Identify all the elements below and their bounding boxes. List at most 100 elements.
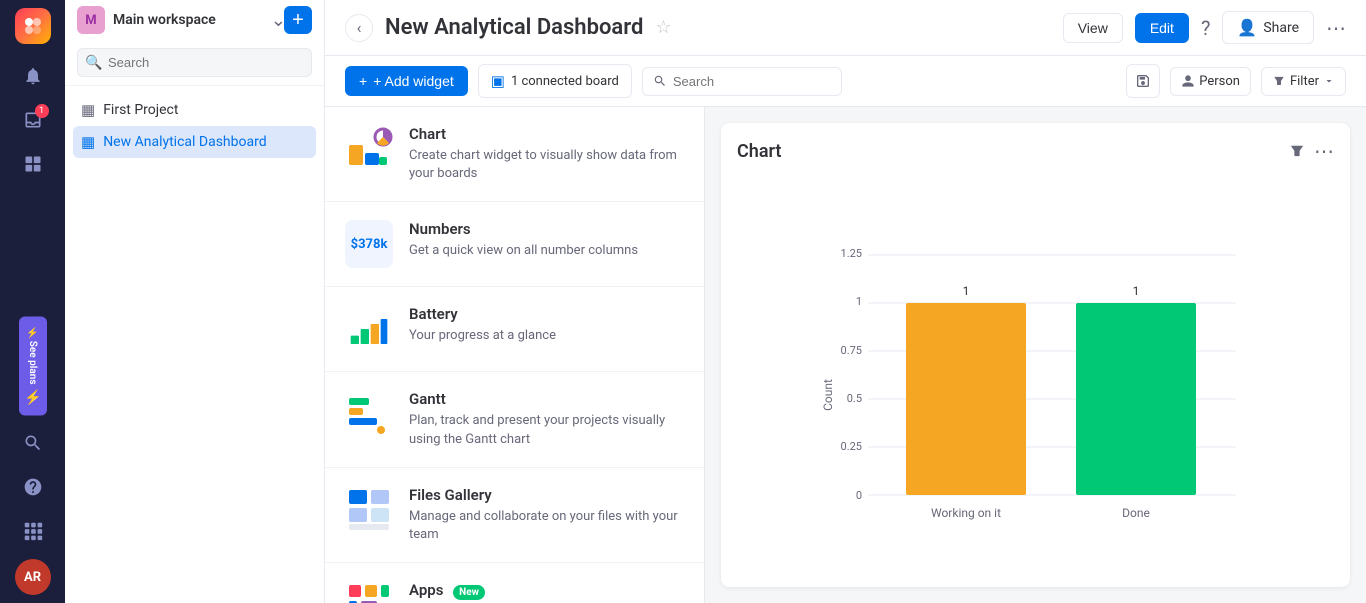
widget-item-files[interactable]: Files Gallery Manage and collaborate on … [325, 468, 704, 563]
files-widget-desc: Manage and collaborate on your files wit… [409, 508, 684, 544]
chart-title: Chart [737, 141, 1280, 162]
person-filter-button[interactable]: Person [1170, 67, 1251, 96]
files-widget-info: Files Gallery Manage and collaborate on … [409, 486, 684, 544]
gantt-widget-desc: Plan, track and present your projects vi… [409, 412, 684, 448]
svg-text:1: 1 [1132, 284, 1139, 298]
sidebar-item-new-analytical-dashboard[interactable]: ▦ New Analytical Dashboard [73, 126, 316, 158]
apps-widget-info: Apps New Enhance your dashboard with wid… [409, 581, 684, 603]
toolbar-search-input[interactable] [673, 74, 803, 89]
numbers-widget-desc: Get a quick view on all number columns [409, 242, 684, 260]
dashboard-label: New Analytical Dashboard [103, 134, 266, 150]
svg-text:Done: Done [1122, 506, 1150, 520]
inbox-icon[interactable]: 1 [13, 100, 53, 140]
gantt-thumbnail [345, 390, 393, 438]
back-button[interactable]: ‹ [345, 14, 373, 42]
widget-item-battery[interactable]: Battery Your progress at a glance [325, 287, 704, 372]
svg-text:0.5: 0.5 [846, 392, 861, 405]
files-widget-title: Files Gallery [409, 486, 684, 504]
battery-thumbnail [345, 305, 393, 353]
chart-more-icon[interactable]: ⋯ [1314, 139, 1334, 163]
widget-item-gantt[interactable]: Gantt Plan, track and present your proje… [325, 372, 704, 467]
search-icon-nav[interactable] [13, 423, 53, 463]
chart-thumbnail [345, 125, 393, 173]
share-label: Share [1263, 20, 1299, 36]
dashboard-area: Chart Create chart widget to visually sh… [325, 107, 1366, 603]
sidebar-nav: ▦ First Project ▦ New Analytical Dashboa… [65, 86, 324, 166]
workspace-icon: M [77, 6, 105, 34]
battery-widget-info: Battery Your progress at a glance [409, 305, 684, 345]
sidebar-item-first-project[interactable]: ▦ First Project [65, 94, 324, 126]
first-project-label: First Project [103, 102, 178, 118]
add-widget-button[interactable]: + + Add widget [345, 66, 468, 96]
chart-widget: Chart ⋯ Count 0 0.25 0.5 0.75 1 1.25 [721, 123, 1350, 587]
gantt-widget-info: Gantt Plan, track and present your proje… [409, 390, 684, 448]
svg-text:0.75: 0.75 [840, 344, 861, 357]
numbers-thumbnail: $378k [345, 220, 393, 268]
page-title: New Analytical Dashboard [385, 15, 643, 40]
widget-panel: Chart Create chart widget to visually sh… [325, 107, 705, 603]
toolbar-search-icon [653, 74, 667, 88]
battery-widget-title: Battery [409, 305, 684, 323]
connected-board-label: 1 connected board [511, 74, 619, 89]
toolbar: + + Add widget ▣ 1 connected board Perso… [325, 56, 1366, 107]
sidebar-header: M Main workspace ⌄ ⋯ + [65, 0, 324, 40]
help-top-icon[interactable]: ? [1201, 16, 1210, 40]
person-label: Person [1199, 74, 1240, 89]
apps-widget-title: Apps New [409, 581, 684, 600]
help-icon[interactable] [13, 467, 53, 507]
view-button[interactable]: View [1063, 13, 1123, 43]
toolbar-search[interactable] [642, 67, 842, 96]
notifications-icon[interactable] [13, 56, 53, 96]
new-badge: New [453, 585, 485, 600]
svg-text:0: 0 [855, 489, 861, 502]
user-avatar[interactable]: AR [15, 559, 51, 595]
svg-text:1: 1 [962, 284, 969, 298]
gantt-widget-title: Gantt [409, 390, 684, 408]
widget-item-numbers[interactable]: $378k Numbers Get a quick view on all nu… [325, 202, 704, 287]
numbers-widget-title: Numbers [409, 220, 684, 238]
add-item-button[interactable]: + [284, 6, 312, 34]
top-bar: ‹ New Analytical Dashboard ☆ View Edit ?… [325, 0, 1366, 56]
widget-item-chart[interactable]: Chart Create chart widget to visually sh… [325, 107, 704, 202]
filter-button[interactable]: Filter [1261, 67, 1346, 96]
main-content: ‹ New Analytical Dashboard ☆ View Edit ?… [325, 0, 1366, 603]
chart-svg: Count 0 0.25 0.5 0.75 1 1.25 [816, 195, 1256, 555]
widget-item-apps[interactable]: Apps New Enhance your dashboard with wid… [325, 563, 704, 603]
battery-widget-desc: Your progress at a glance [409, 327, 684, 345]
edit-button[interactable]: Edit [1135, 13, 1189, 43]
board-icon: ▣ [491, 72, 505, 90]
sidebar-search-icon: 🔍 [85, 55, 102, 71]
left-navigation: 1 ⚡ ⚡ See plans AR [0, 0, 65, 603]
chart-widget-desc: Create chart widget to visually show dat… [409, 147, 684, 183]
files-thumbnail [345, 486, 393, 534]
dashboard-icon: ▦ [81, 133, 95, 151]
svg-text:Count: Count [821, 379, 835, 411]
more-options-icon[interactable]: ⋯ [1326, 16, 1346, 40]
share-icon: 👤 [1237, 18, 1257, 37]
apps-icon[interactable] [13, 511, 53, 551]
see-plans-button[interactable]: ⚡ ⚡ See plans [19, 316, 47, 415]
chart-widget-title: Chart [409, 125, 684, 143]
chart-area: Chart ⋯ Count 0 0.25 0.5 0.75 1 1.25 [705, 107, 1366, 603]
numbers-widget-info: Numbers Get a quick view on all number c… [409, 220, 684, 260]
filter-chevron-icon [1323, 75, 1335, 87]
chart-header: Chart ⋯ [737, 139, 1334, 163]
projects-icon[interactable] [13, 144, 53, 184]
save-button[interactable] [1126, 64, 1160, 98]
svg-text:0.25: 0.25 [840, 440, 861, 453]
svg-text:Working on it: Working on it [930, 506, 1000, 520]
svg-text:1: 1 [855, 295, 861, 308]
connected-board-button[interactable]: ▣ 1 connected board [478, 64, 632, 98]
first-project-icon: ▦ [81, 101, 95, 119]
svg-text:1.25: 1.25 [840, 247, 861, 260]
favorite-icon[interactable]: ☆ [655, 17, 671, 38]
app-logo[interactable] [15, 8, 51, 44]
chart-filter-icon[interactable] [1288, 142, 1306, 160]
add-widget-icon: + [359, 73, 367, 89]
sidebar-search-container: 🔍 [65, 40, 324, 86]
workspace-name: Main workspace [113, 12, 263, 28]
add-widget-label: + Add widget [373, 73, 454, 89]
chart-svg-container: Count 0 0.25 0.5 0.75 1 1.25 [737, 179, 1334, 571]
share-button[interactable]: 👤 Share [1222, 11, 1314, 44]
sidebar-search-input[interactable] [77, 48, 312, 77]
